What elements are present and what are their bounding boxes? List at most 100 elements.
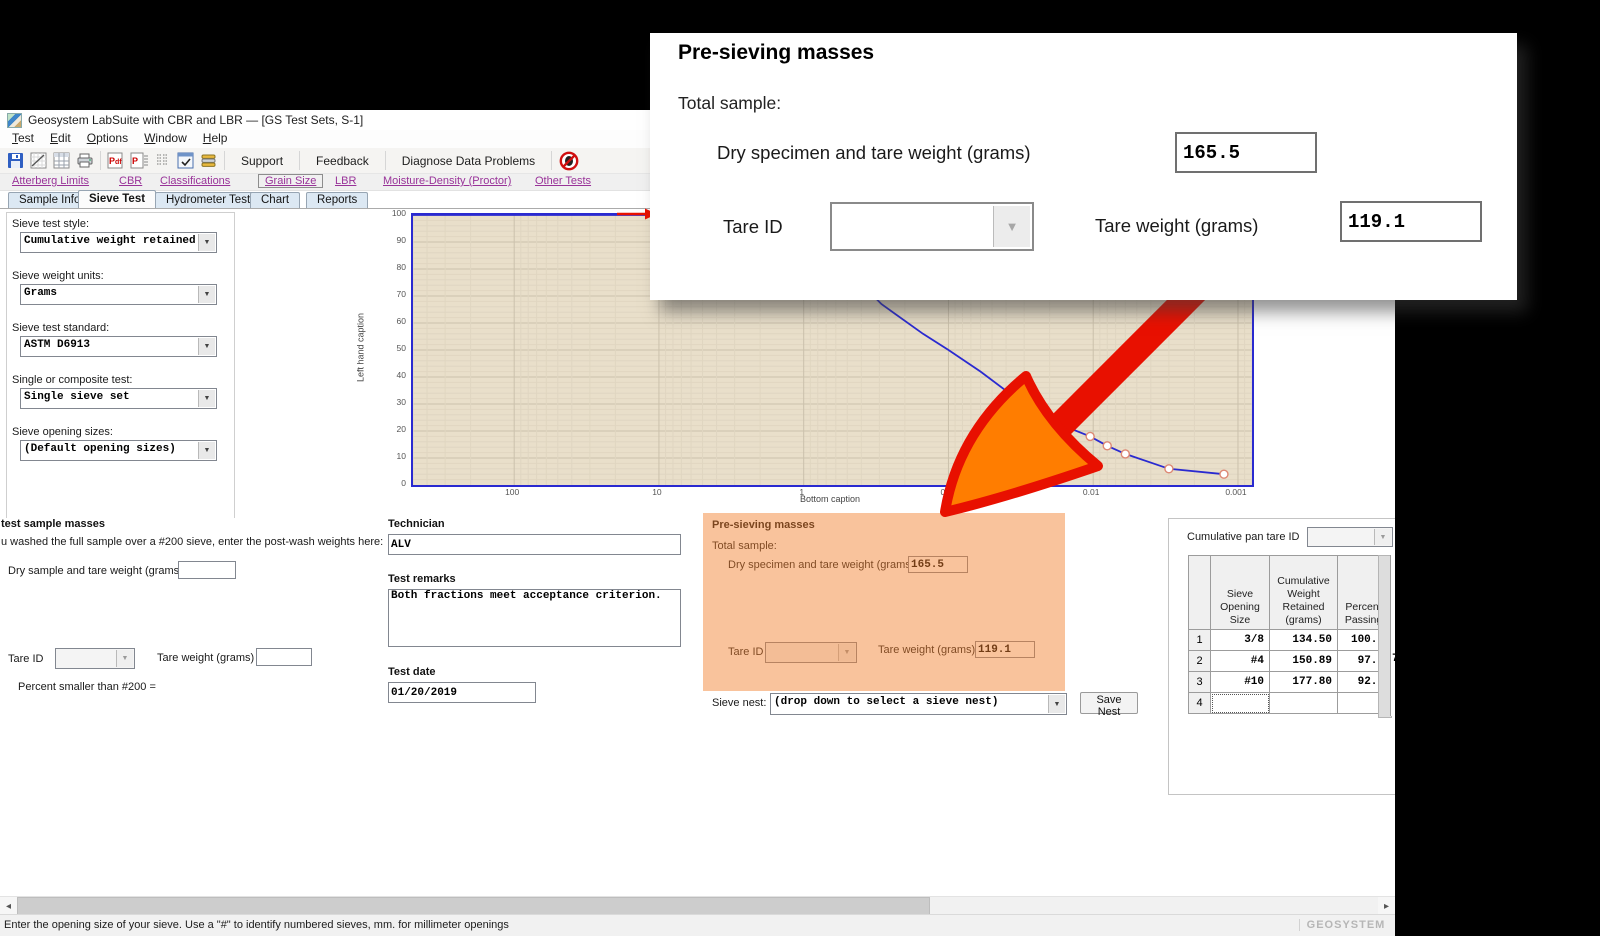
nav-link-cbr[interactable]: CBR xyxy=(119,175,142,187)
callout-tare-id-combo[interactable]: ▼ xyxy=(830,202,1034,251)
clipped-cell-value: 7 xyxy=(1392,653,1395,665)
tab-chart[interactable]: Chart xyxy=(250,192,300,208)
chevron-down-icon[interactable]: ▼ xyxy=(116,650,133,667)
option-combo-1[interactable]: Grams▼ xyxy=(20,284,217,305)
option-label-0: Sieve test style: xyxy=(12,218,89,230)
data-columns-icon[interactable] xyxy=(153,151,172,170)
nav-link-grain-size[interactable]: Grain Size xyxy=(258,174,323,188)
table-cell[interactable]: 177.80 xyxy=(1270,672,1338,693)
toolbar-separator xyxy=(224,151,225,170)
post-wash-dry-input[interactable] xyxy=(178,561,236,579)
tab-sieve-test[interactable]: Sieve Test xyxy=(78,190,156,208)
graph-icon[interactable] xyxy=(29,151,48,170)
table-cell[interactable]: 3/8 xyxy=(1211,630,1270,651)
nav-link-classifications[interactable]: Classifications xyxy=(160,175,230,187)
table-cell[interactable]: 134.50 xyxy=(1270,630,1338,651)
option-combo-4-value: (Default opening sizes) xyxy=(24,443,176,455)
scroll-left-icon[interactable]: ◂ xyxy=(0,897,17,915)
window-check-icon[interactable] xyxy=(176,151,195,170)
scrollbar-thumb[interactable] xyxy=(17,897,930,915)
y-tick: 70 xyxy=(380,289,406,299)
scroll-right-icon[interactable]: ▸ xyxy=(1378,897,1395,915)
row-number-cell: 1 xyxy=(1189,630,1211,651)
nav-link-other-tests[interactable]: Other Tests xyxy=(535,175,591,187)
sieve-nest-label: Sieve nest: xyxy=(712,697,766,709)
table-cell[interactable]: 150.89 xyxy=(1270,651,1338,672)
chevron-down-icon[interactable]: ▼ xyxy=(198,442,215,459)
toolbar-separator xyxy=(551,151,552,170)
test-remarks-label: Test remarks xyxy=(388,573,456,585)
y-tick: 80 xyxy=(380,262,406,272)
x-tick: 100 xyxy=(487,487,537,497)
no-bugs-icon[interactable] xyxy=(558,150,579,171)
pdf-list-icon[interactable]: P xyxy=(130,151,149,170)
test-remarks-input[interactable] xyxy=(388,589,681,647)
layers-icon[interactable] xyxy=(199,151,218,170)
x-tick: 0.001 xyxy=(1211,487,1261,497)
chevron-down-icon[interactable]: ▼ xyxy=(198,286,215,303)
nav-link-atterberg-limits[interactable]: Atterberg Limits xyxy=(12,175,89,187)
print-icon[interactable] xyxy=(75,151,94,170)
table-cell[interactable]: #4 xyxy=(1211,651,1270,672)
diagnose-data-problems-button[interactable]: Diagnose Data Problems xyxy=(390,152,547,170)
feedback-button[interactable]: Feedback xyxy=(304,152,381,170)
tab-hydrometer-test[interactable]: Hydrometer Test xyxy=(155,192,261,208)
nav-link-moisture-density-proctor-[interactable]: Moisture-Density (Proctor) xyxy=(383,175,511,187)
horizontal-scrollbar[interactable]: ◂ ▸ xyxy=(0,896,1395,915)
sieve-data-table[interactable]: Sieve Opening SizeCumulative Weight Reta… xyxy=(1188,555,1390,714)
tab-reports[interactable]: Reports xyxy=(306,192,368,208)
callout-total-sample-label: Total sample: xyxy=(678,93,781,114)
option-combo-2[interactable]: ASTM D6913▼ xyxy=(20,336,217,357)
nav-link-lbr[interactable]: LBR xyxy=(335,175,356,187)
chevron-down-icon[interactable]: ▼ xyxy=(993,206,1030,247)
table-icon[interactable] xyxy=(52,151,71,170)
y-tick: 20 xyxy=(380,424,406,434)
pre-sieving-tare-weight-input[interactable] xyxy=(975,641,1035,658)
test-date-input[interactable] xyxy=(388,682,536,703)
table-cell[interactable]: #10 xyxy=(1211,672,1270,693)
callout-dry-input[interactable] xyxy=(1175,132,1317,173)
callout-heading: Pre-sieving masses xyxy=(678,41,874,65)
callout-dry-label: Dry specimen and tare weight (grams) xyxy=(717,142,1031,164)
option-combo-3[interactable]: Single sieve set▼ xyxy=(20,388,217,409)
y-tick: 60 xyxy=(380,316,406,326)
chevron-down-icon[interactable]: ▼ xyxy=(198,390,215,407)
row-number-cell: 3 xyxy=(1189,672,1211,693)
pdf-icon[interactable]: Pdf xyxy=(107,151,126,170)
window-title: Geosystem LabSuite with CBR and LBR — [G… xyxy=(28,113,363,127)
chevron-down-icon[interactable]: ▼ xyxy=(198,234,215,251)
menu-edit[interactable]: Edit xyxy=(42,130,79,148)
chevron-down-icon[interactable]: ▼ xyxy=(1048,695,1065,713)
post-wash-tare-id-combo[interactable]: ▼ xyxy=(55,648,135,669)
menu-help[interactable]: Help xyxy=(195,130,236,148)
y-tick: 30 xyxy=(380,397,406,407)
menu-window[interactable]: Window xyxy=(136,130,195,148)
pre-sieving-dry-input[interactable] xyxy=(908,556,968,573)
option-combo-4[interactable]: (Default opening sizes) ▼ xyxy=(20,440,217,461)
y-tick: 100 xyxy=(380,208,406,218)
technician-input[interactable] xyxy=(388,534,681,555)
option-label-3: Single or composite test: xyxy=(12,374,132,386)
option-combo-0[interactable]: Cumulative weight retained▼ xyxy=(20,232,217,253)
chevron-down-icon[interactable]: ▼ xyxy=(198,338,215,355)
table-cell[interactable] xyxy=(1270,693,1338,714)
sieve-options-groupbox xyxy=(6,212,235,518)
table-row: 2#4150.8997.0 xyxy=(1189,651,1390,672)
post-wash-tare-weight-input[interactable] xyxy=(256,648,312,666)
sieve-nest-combo[interactable]: (drop down to select a sieve nest)▼ xyxy=(770,693,1067,715)
y-tick: 90 xyxy=(380,235,406,245)
menu-test[interactable]: Test xyxy=(4,130,42,148)
pan-tare-combo[interactable]: ▼ xyxy=(1307,527,1393,547)
save-icon[interactable] xyxy=(6,151,25,170)
table-cell[interactable] xyxy=(1211,693,1270,714)
chevron-down-icon[interactable]: ▼ xyxy=(838,644,855,661)
pre-sieving-tare-id-combo[interactable]: ▼ xyxy=(765,642,857,663)
x-tick: 0.1 xyxy=(921,487,971,497)
save-nest-button[interactable]: Save Nest xyxy=(1080,692,1138,714)
menu-options[interactable]: Options xyxy=(79,130,136,148)
chevron-down-icon[interactable]: ▼ xyxy=(1374,529,1391,545)
option-label-4: Sieve opening sizes: xyxy=(12,426,113,438)
y-tick: 0 xyxy=(380,478,406,488)
callout-tare-weight-input[interactable] xyxy=(1340,201,1482,242)
support-button[interactable]: Support xyxy=(229,152,295,170)
